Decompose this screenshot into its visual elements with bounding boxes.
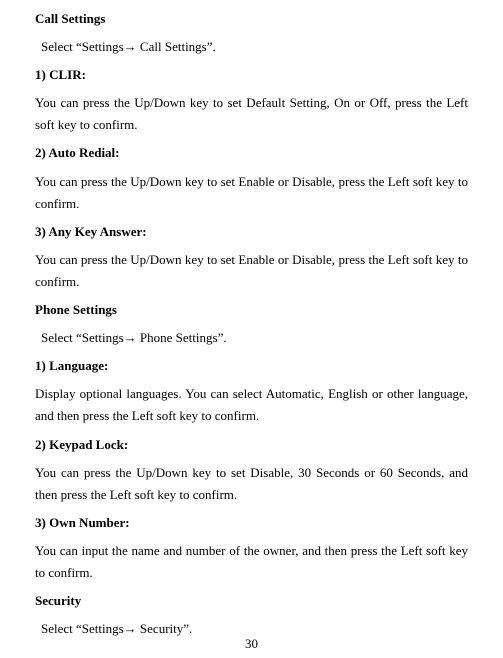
item-title-own-number: 3) Own Number:: [35, 512, 468, 534]
heading-security: Security: [35, 590, 468, 612]
item-body-own-number: You can input the name and number of the…: [35, 540, 468, 584]
item-title-clir: 1) CLIR:: [35, 64, 468, 86]
item-body-language: Display optional languages. You can sele…: [35, 383, 468, 427]
nav-phone-settings: Select “Settings→ Phone Settings”.: [41, 327, 468, 349]
section-phone-settings: Phone Settings Select “Settings→ Phone S…: [35, 299, 468, 584]
item-title-auto-redial: 2) Auto Redial:: [35, 142, 468, 164]
document-page: Call Settings Select “Settings→ Call Set…: [0, 0, 503, 658]
item-title-language: 1) Language:: [35, 355, 468, 377]
item-body-keypad-lock: You can press the Up/Down key to set Dis…: [35, 462, 468, 506]
item-title-keypad-lock: 2) Keypad Lock:: [35, 434, 468, 456]
heading-phone-settings: Phone Settings: [35, 299, 468, 321]
page-number: 30: [0, 636, 503, 652]
item-body-any-key-answer: You can press the Up/Down key to set Ena…: [35, 249, 468, 293]
section-call-settings: Call Settings Select “Settings→ Call Set…: [35, 8, 468, 293]
nav-call-settings: Select “Settings→ Call Settings”.: [41, 36, 468, 58]
section-security: Security Select “Settings→ Security”.: [35, 590, 468, 640]
heading-call-settings: Call Settings: [35, 8, 468, 30]
item-body-auto-redial: You can press the Up/Down key to set Ena…: [35, 171, 468, 215]
item-title-any-key-answer: 3) Any Key Answer:: [35, 221, 468, 243]
item-body-clir: You can press the Up/Down key to set Def…: [35, 92, 468, 136]
